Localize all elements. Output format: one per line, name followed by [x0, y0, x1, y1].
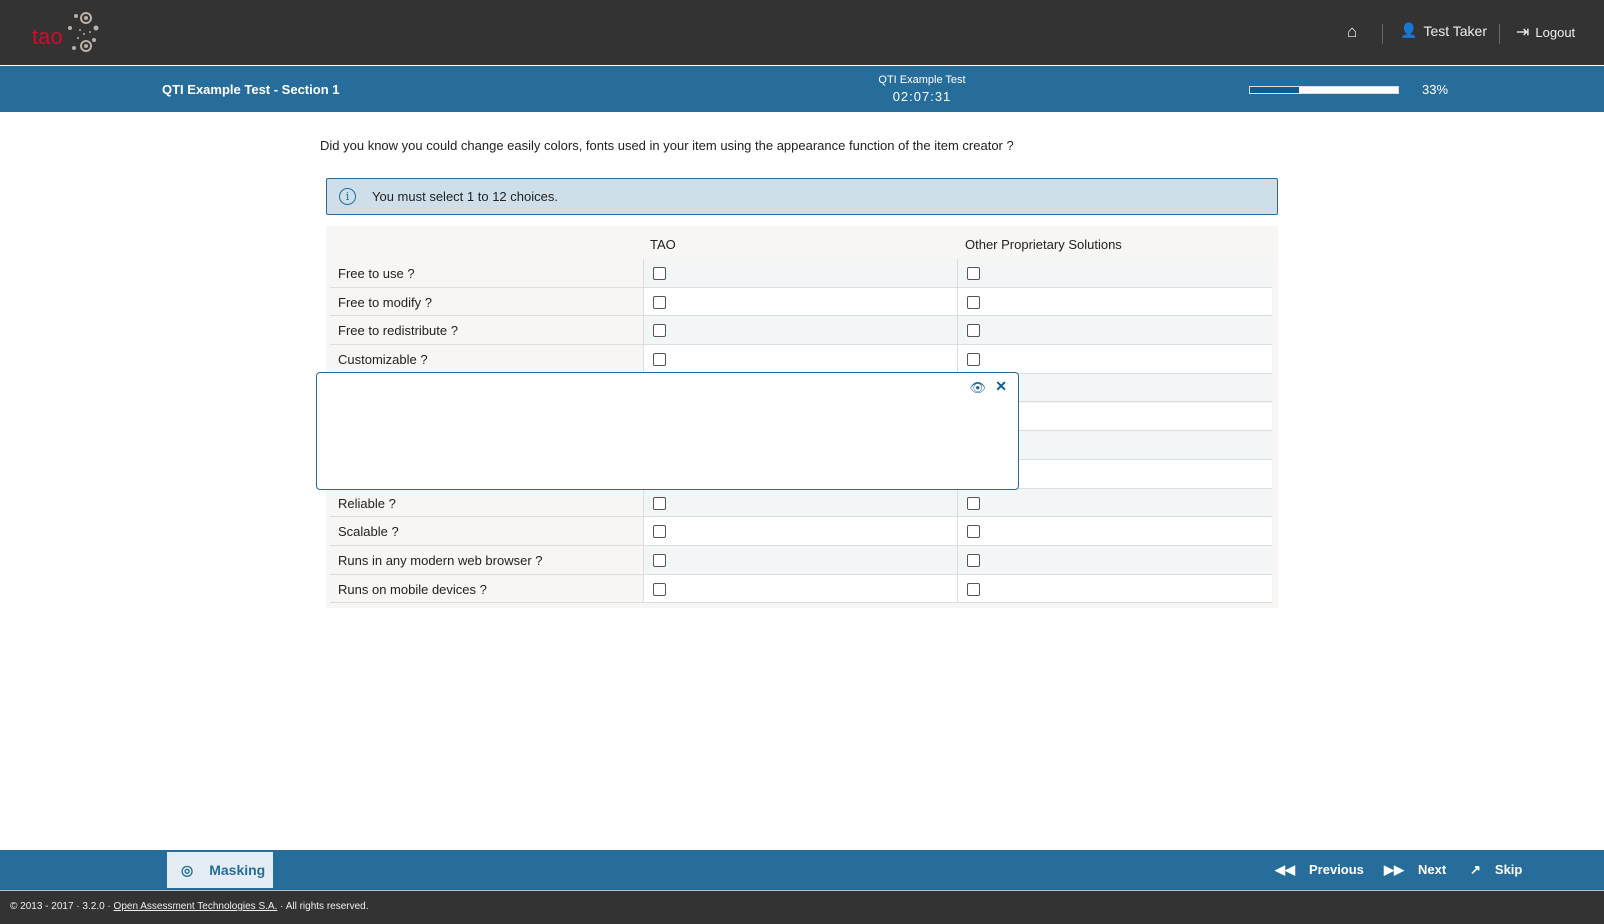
table-row: Customizable ? [330, 345, 1272, 374]
table-row: Scalable ? [330, 517, 1272, 546]
row-label: Scalable ? [338, 524, 399, 540]
divider [1499, 24, 1500, 44]
column-header-other: Other Proprietary Solutions [965, 237, 1122, 252]
table-row: Runs in any modern web browser ? [330, 546, 1272, 575]
cell-tao [643, 316, 957, 345]
checkbox-tao[interactable] [653, 496, 666, 510]
cell-other [957, 574, 1272, 603]
forward-icon: ▶▶ [1384, 862, 1404, 877]
cell-tao [643, 574, 957, 603]
cell-tao [643, 259, 957, 287]
row-label: Free to use ? [338, 266, 415, 281]
row-label: Runs on mobile devices ? [338, 581, 487, 597]
checkbox-other[interactable] [967, 525, 980, 539]
row-label: Free to redistribute ? [338, 323, 458, 339]
cell-tao [643, 345, 957, 373]
test-title: QTI Example Test [878, 74, 966, 86]
info-message: i You must select 1 to 12 choices. [326, 178, 1278, 215]
skip-button[interactable]: ↗ Skip [1470, 862, 1522, 878]
checkbox-other[interactable] [967, 324, 980, 338]
next-button[interactable]: ▶▶ Next [1384, 862, 1446, 878]
checkbox-tao[interactable] [653, 295, 666, 309]
table-row: Runs on mobile devices ? [330, 574, 1272, 604]
column-header-tao: TAO [650, 237, 676, 252]
table-row: Free to use ? [330, 259, 1272, 288]
row-label: Runs in any modern web browser ? [338, 553, 543, 568]
section-bar: QTI Example Test - Section 1 QTI Example… [0, 66, 1604, 112]
cell-other [957, 488, 1272, 517]
eye-slash-icon: ◎ [181, 861, 194, 878]
logout-button[interactable]: ⇥ Logout [1516, 22, 1575, 42]
question-prompt: Did you know you could change easily col… [320, 138, 1014, 153]
user-icon: 👤 [1400, 22, 1418, 38]
table-row: Reliable ? [330, 488, 1272, 518]
checkbox-tao[interactable] [653, 525, 666, 539]
cell-other [957, 546, 1272, 574]
backward-icon: ◀◀ [1275, 862, 1295, 877]
progress-bar [1249, 86, 1399, 94]
close-icon[interactable]: ✕ [995, 378, 1007, 395]
cell-other [957, 259, 1272, 287]
footer: © 2013 - 2017 · 3.2.0 · Open Assessment … [0, 890, 1604, 924]
cell-other [957, 345, 1272, 373]
svg-text:tao: tao [32, 24, 63, 49]
home-icon: ⌂ [1347, 22, 1358, 41]
checkbox-other[interactable] [967, 554, 980, 567]
checkbox-tao[interactable] [653, 554, 666, 567]
eye-icon[interactable]: 👁 [969, 380, 986, 396]
cell-other [957, 316, 1272, 345]
cell-tao [643, 546, 957, 574]
tao-logo: tao [32, 12, 99, 52]
row-label: Reliable ? [338, 495, 396, 511]
test-taker-menu[interactable]: 👤 Test Taker [1400, 22, 1487, 39]
checkbox-other[interactable] [967, 582, 980, 596]
top-bar: tao ⌂ 👤 Test Taker ⇥ Logout [0, 0, 1604, 65]
table-row: Free to modify ? [330, 287, 1272, 317]
external-link-icon: ↗ [1470, 862, 1481, 877]
company-link[interactable]: Open Assessment Technologies S.A. [114, 901, 278, 912]
cell-tao [643, 517, 957, 545]
row-label: Customizable ? [338, 352, 428, 368]
logout-icon: ⇥ [1516, 24, 1530, 41]
progress-fill [1250, 87, 1299, 93]
checkbox-other[interactable] [967, 353, 980, 367]
checkbox-tao[interactable] [653, 267, 666, 280]
previous-button[interactable]: ◀◀ Previous [1275, 862, 1364, 878]
checkbox-tao[interactable] [653, 324, 666, 338]
checkbox-other[interactable] [967, 496, 980, 510]
home-button[interactable]: ⌂ [1347, 22, 1357, 42]
checkbox-tao[interactable] [653, 353, 666, 367]
info-icon: i [339, 188, 356, 205]
row-label: Free to modify ? [338, 294, 432, 310]
table-row: Free to redistribute ? [330, 316, 1272, 346]
masking-panel[interactable]: 👁 ✕ [316, 372, 1019, 490]
checkbox-other[interactable] [967, 267, 980, 280]
cell-tao [643, 287, 957, 316]
bottom-toolbar: ◎ Masking ◀◀ Previous ▶▶ Next ↗ Skip [0, 850, 1604, 890]
divider [1382, 24, 1383, 44]
checkbox-tao[interactable] [653, 582, 666, 596]
cell-tao [643, 488, 957, 517]
cell-other [957, 287, 1272, 316]
cell-other [957, 517, 1272, 545]
progress-label: 33% [1422, 82, 1449, 97]
masking-button[interactable]: ◎ Masking [167, 852, 273, 888]
checkbox-other[interactable] [967, 295, 980, 309]
